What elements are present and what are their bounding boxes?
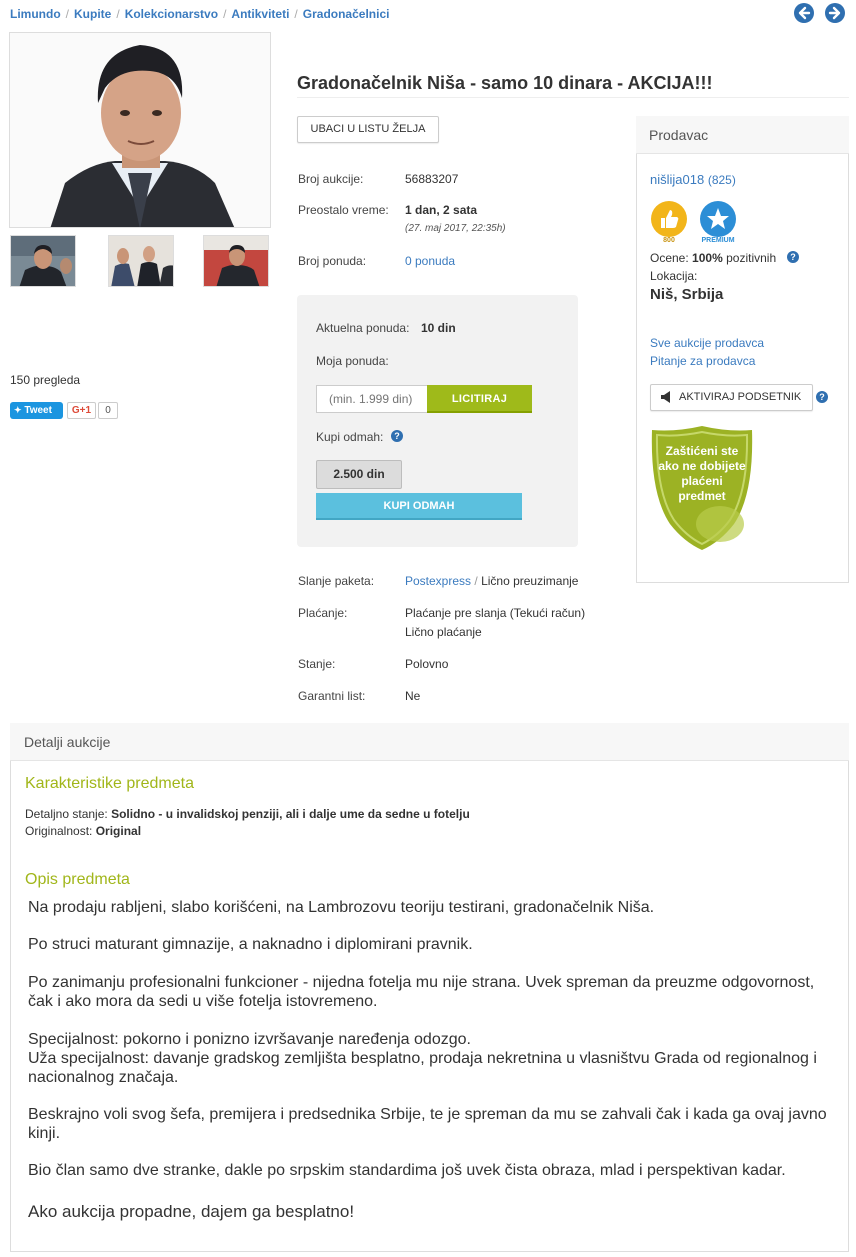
- description-paragraph: Na prodaju rabljeni, slabo korišćeni, na…: [28, 899, 655, 916]
- twitter-icon: ✦: [14, 405, 22, 415]
- breadcrumb-kolekcionarstvo[interactable]: Kolekcionarstvo: [125, 7, 218, 21]
- payment-label: Plaćanje:: [298, 606, 348, 620]
- page-title: Gradonačelnik Niša - samo 10 dinara - AK…: [297, 73, 713, 93]
- reminder-help-icon[interactable]: ?: [816, 391, 828, 403]
- detail-state-value: Solidno - u invalidskoj penziji, ali i d…: [111, 807, 470, 821]
- buy-now-button[interactable]: KUPI ODMAH: [316, 493, 522, 520]
- arrow-left-icon[interactable]: [794, 3, 814, 23]
- all-seller-auctions-link[interactable]: Sve aukcije prodavca: [650, 336, 764, 350]
- ask-seller-link[interactable]: Pitanje za prodavca: [650, 354, 755, 368]
- condition-value: Polovno: [405, 657, 449, 671]
- description-title: Opis predmeta: [25, 871, 130, 888]
- shipping-separator: /: [474, 574, 478, 588]
- ratings-suffix: pozitivnih: [726, 251, 777, 265]
- condition-label: Stanje:: [298, 657, 336, 671]
- breadcrumb-limundo[interactable]: Limundo: [10, 7, 61, 21]
- description-paragraph: Po struci maturant gimnazije, a naknadno…: [28, 936, 473, 953]
- add-to-wishlist-button[interactable]: UBACI U LISTU ŽELJA: [297, 116, 439, 143]
- premium-label: PREMIUM: [701, 237, 735, 244]
- buy-now-price: 2.500 din: [316, 460, 402, 489]
- buyer-protection-shield: Zaštićeni ste ako ne dobijete plaćeni pr…: [648, 424, 756, 552]
- breadcrumb-kupite[interactable]: Kupite: [74, 7, 111, 21]
- details-header: Detalji aukcije: [10, 723, 849, 761]
- reminder-label: AKTIVIRAJ PODSETNIK: [679, 391, 802, 403]
- ratings-label: Ocene:: [650, 251, 689, 265]
- ratings: Ocene: 100% pozitivnih: [650, 251, 776, 265]
- thumbnail-2[interactable]: [108, 235, 174, 287]
- originality-row: Originalnost: Original: [25, 824, 141, 838]
- auction-number: 56883207: [405, 172, 459, 186]
- seller-rating-count[interactable]: (825): [708, 173, 736, 187]
- bids-link[interactable]: 0 ponuda: [405, 254, 455, 268]
- breadcrumb-antikviteti[interactable]: Antikviteti: [231, 7, 289, 21]
- gplus-button[interactable]: G+1: [67, 402, 96, 419]
- description-paragraph: Ako aukcija propadne, dajem ga besplatno…: [28, 1202, 355, 1221]
- location-value: Niš, Srbija: [650, 286, 724, 303]
- view-count: 150 pregleda: [10, 373, 81, 387]
- seller-name-link[interactable]: nišlija018: [650, 172, 704, 187]
- originality-value: Original: [95, 824, 142, 838]
- tweet-button[interactable]: ✦ Tweet: [10, 402, 63, 419]
- warranty-label: Garantni list:: [298, 689, 366, 703]
- breadcrumb-current: Gradonačelnici: [302, 7, 390, 21]
- breadcrumb: Limundo / Kupite / Kolekcionarstvo / Antikvite…: [10, 7, 390, 21]
- warranty-value: Ne: [405, 689, 421, 703]
- thumbnail-1[interactable]: [10, 235, 76, 287]
- current-bid-value: 10 din: [421, 321, 456, 335]
- thumbs-up-badge-icon: [651, 201, 687, 237]
- my-bid-label: Moja ponuda:: [316, 354, 389, 368]
- detail-state-row: Detaljno stanje: Solidno - u invalidskoj…: [25, 807, 470, 821]
- characteristics-title: Karakteristike predmeta: [25, 775, 194, 792]
- bids-label: Broj ponuda:: [298, 254, 367, 268]
- description-paragraph: Bio član samo dve stranke, dakle po srps…: [28, 1162, 786, 1179]
- tweet-label: Tweet: [24, 405, 52, 416]
- auction-number-label: Broj aukcije:: [298, 172, 364, 186]
- originality-label: Originalnost:: [25, 824, 93, 838]
- premium-star-icon: [700, 201, 736, 237]
- description-paragraph: Po zanimanju profesionalni funkcioner - …: [28, 974, 815, 1010]
- time-left: 1 dan, 2 sata: [405, 203, 478, 217]
- main-photo[interactable]: [9, 32, 271, 228]
- payment-option-2: Lično plaćanje: [405, 625, 482, 639]
- description-paragraph: Specijalnost: pokorno i ponizno izvršava…: [28, 1031, 471, 1048]
- description-paragraph: Beskrajno voli svog šefa, premijera i pr…: [28, 1106, 827, 1142]
- bid-amount-input[interactable]: [316, 385, 428, 413]
- gplus-count: 0: [98, 402, 118, 419]
- shipping-options: Postexpress / Lično preuzimanje: [405, 574, 578, 588]
- description-paragraph: Uža specijalnost: davanje gradskog zemlj…: [28, 1050, 817, 1086]
- title-divider: [297, 97, 849, 98]
- thumbnail-3[interactable]: [203, 235, 269, 287]
- payment-option-1: Plaćanje pre slanja (Tekući račun): [405, 606, 586, 620]
- place-bid-button[interactable]: LICITIRAJ: [427, 385, 532, 413]
- time-left-label: Preostalo vreme:: [298, 203, 389, 217]
- activate-reminder-button[interactable]: AKTIVIRAJ PODSETNIK: [650, 384, 813, 411]
- help-icon[interactable]: ?: [391, 430, 403, 442]
- ratings-value: 100%: [692, 251, 723, 265]
- seller-header: Prodavac: [636, 116, 849, 154]
- current-bid-label: Aktuelna ponuda:: [316, 321, 410, 335]
- arrow-right-icon[interactable]: [825, 3, 845, 23]
- location-label: Lokacija:: [650, 269, 698, 283]
- ratings-help-icon[interactable]: ?: [787, 251, 799, 263]
- seller-info: nišlija018 (825): [650, 172, 736, 187]
- pickup-option: Lično preuzimanje: [481, 574, 579, 588]
- end-date: (27. maj 2017, 22:35h): [405, 223, 506, 234]
- megaphone-icon: [660, 385, 672, 420]
- detail-state-label: Detaljno stanje:: [25, 807, 108, 821]
- protection-text: Zaštićeni ste ako ne dobijete plaćeni pr…: [658, 444, 746, 503]
- shipping-label: Slanje paketa:: [298, 574, 375, 588]
- buy-now-label: Kupi odmah:: [316, 430, 384, 444]
- postexpress-link[interactable]: Postexpress: [405, 574, 471, 588]
